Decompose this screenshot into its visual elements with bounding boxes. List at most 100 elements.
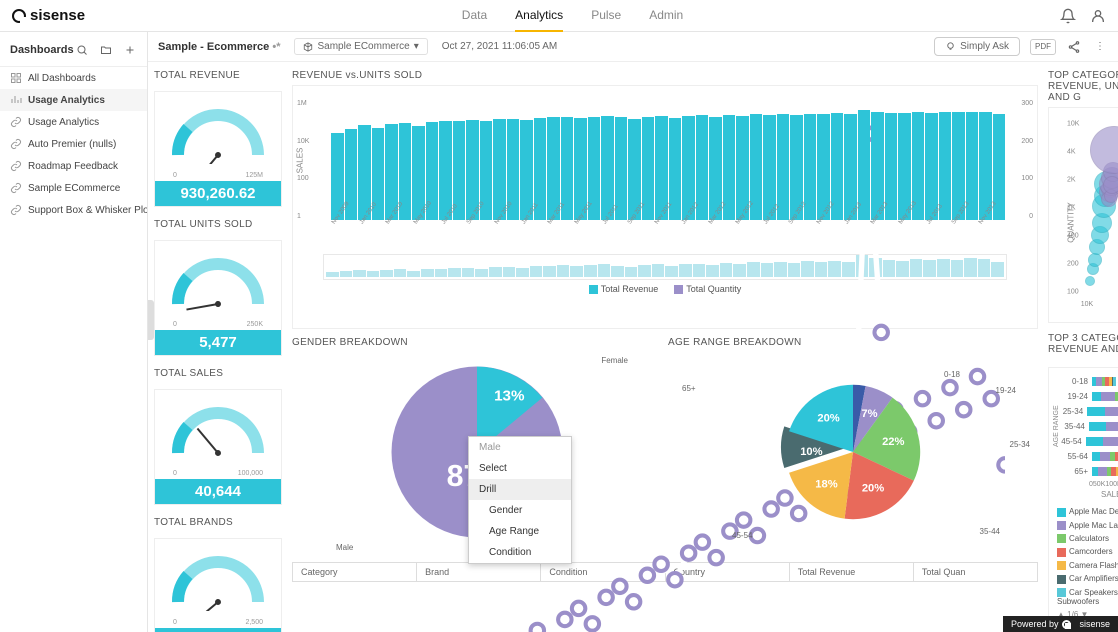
stack-row[interactable]: 25-34 [1060,404,1118,418]
link-icon [10,116,22,128]
revenue-chart-title: REVENUE vs.UNITS SOLD [292,70,1038,81]
cm-gender[interactable]: Gender [469,500,571,521]
nav-pulse[interactable]: Pulse [591,0,621,32]
sidebar: Dashboards All Dashboards Usage Analytics… [0,32,148,632]
dashboard-name: Sample - Ecommerce •* [158,41,280,53]
bar[interactable] [925,113,938,220]
th-category[interactable]: Category [293,563,417,581]
svg-text:13%: 13% [494,388,525,405]
sidebar-title: Dashboards [10,44,74,56]
th-revenue[interactable]: Total Revenue [790,563,914,581]
sidebar-item-label: Auto Premier (nulls) [28,139,116,150]
age-widget[interactable]: AGE RANGE BREAKDOWN 7%22%20%18%10%20% 0-… [668,337,1038,552]
gauge-title-3: TOTAL BRANDS [154,517,282,528]
stacked-y-label: AGE RANGE [1053,374,1060,479]
bubble[interactable] [1088,253,1102,267]
link-icon [10,138,22,150]
stack-row[interactable]: 45-54 [1060,434,1118,448]
plus-icon[interactable] [122,42,138,58]
sidebar-item-label: Support Box & Whisker Plot I... [28,205,147,216]
gauge-0[interactable]: 0125M 930,260.62 [154,91,282,207]
th-quantity[interactable]: Total Quan [914,563,1037,581]
top-nav: sisense Data Analytics Pulse Admin [0,0,1118,32]
scatter-title: TOP CATEGORIES BY REVENUE, UNITS SOLD AN… [1048,70,1118,103]
nav-admin[interactable]: Admin [649,0,683,32]
cube-icon [303,42,313,52]
simply-ask-button[interactable]: Simply Ask [934,37,1020,56]
toolbar: Sample - Ecommerce •* Sample ECommerce ▾… [148,32,1118,62]
gauge-column: TOTAL REVENUE 0125M 930,260.62 TOTAL UNI… [148,62,288,632]
sidebar-item-0[interactable]: All Dashboards [0,67,147,89]
stack-row[interactable]: 55-64 [1060,449,1118,463]
nav-data[interactable]: Data [462,0,487,32]
cm-age-range[interactable]: Age Range [469,521,571,542]
sidebar-item-1[interactable]: Usage Analytics [0,89,147,111]
stacked-x-label: SALES [1053,488,1118,501]
folder-icon[interactable] [98,42,114,58]
cm-header: Male [469,437,571,458]
bar[interactable] [763,115,776,220]
bar[interactable] [844,114,857,220]
bar[interactable] [439,121,452,220]
stack-row[interactable]: 65+ [1060,464,1118,478]
cm-select[interactable]: Select [469,458,571,479]
pdf-button[interactable]: PDF [1030,39,1056,55]
gauge-3[interactable]: 02,500 704 [154,538,282,632]
sidebar-collapse-handle[interactable] [148,300,154,340]
bar[interactable] [358,125,371,220]
sidebar-item-6[interactable]: Support Box & Whisker Plot I... [0,199,147,221]
datasource-chip[interactable]: Sample ECommerce ▾ [294,38,427,55]
bars-icon [10,94,22,106]
revenue-chart[interactable]: SALES 1M10K1001 3002001000 Nov 2009Jan 2… [292,85,1038,329]
bubble[interactable] [1103,176,1118,194]
svg-text:20%: 20% [817,413,839,425]
lightbulb-icon [945,41,956,52]
data-table-header: Category Brand Condition Country Total R… [292,562,1038,582]
stack-row[interactable]: 35-44 [1060,419,1118,433]
bell-icon[interactable] [1060,8,1076,24]
powered-by-badge[interactable]: Powered by sisense [1003,616,1118,632]
bubble[interactable] [1090,126,1118,174]
datasource-name: Sample ECommerce [317,41,409,52]
sidebar-item-3[interactable]: Auto Premier (nulls) [0,133,147,155]
cm-drill[interactable]: Drill [469,479,571,500]
stacked-chart[interactable]: AGE RANGE 0-1819-2425-3435-4445-5455-646… [1048,367,1118,624]
logo-icon [12,9,26,23]
chart-legend: Total Revenue Total Quantity [299,280,1031,294]
user-icon[interactable] [1090,8,1106,24]
sidebar-item-2[interactable]: Usage Analytics [0,111,147,133]
scatter-chart[interactable]: QUANTITY Female Male 10K4K2K1K400200100 … [1048,107,1118,323]
th-brand[interactable]: Brand [417,563,541,581]
link-icon [10,204,22,216]
bar[interactable] [898,113,911,220]
stack-row[interactable]: 19-24 [1060,389,1118,403]
sidebar-item-5[interactable]: Sample ECommerce [0,177,147,199]
bar[interactable] [601,116,614,220]
bar[interactable] [520,120,533,220]
nav-analytics[interactable]: Analytics [515,0,563,32]
sidebar-item-label: All Dashboards [28,73,96,84]
bar[interactable] [493,119,506,220]
brush-selector[interactable] [323,254,1007,280]
bubble[interactable] [1085,276,1095,286]
th-country[interactable]: Country [666,563,790,581]
nav-tabs: Data Analytics Pulse Admin [85,0,1060,32]
age-title: AGE RANGE BREAKDOWN [668,337,1038,348]
stack-row[interactable]: 0-18 [1060,374,1118,388]
gauge-title-2: TOTAL SALES [154,368,282,379]
share-icon[interactable] [1066,39,1082,55]
age-pie[interactable]: 7%22%20%18%10%20% [773,372,933,532]
more-icon[interactable]: ⋮ [1092,39,1108,55]
chevron-down-icon: ▾ [414,41,419,52]
gauge-1[interactable]: 0250K 5,477 [154,240,282,356]
sidebar-item-4[interactable]: Roadmap Feedback [0,155,147,177]
cm-condition[interactable]: Condition [469,542,571,563]
search-icon[interactable] [74,42,90,58]
logo[interactable]: sisense [12,7,85,24]
th-condition[interactable]: Condition [541,563,665,581]
svg-text:7%: 7% [861,408,877,420]
gender-widget[interactable]: GENDER BREAKDOWN 87% 13% Female Male [292,337,662,552]
sidebar-item-label: Roadmap Feedback [28,161,118,172]
timestamp: Oct 27, 2021 11:06:05 AM [442,41,557,52]
gauge-2[interactable]: 0100,000 40,644 [154,389,282,505]
